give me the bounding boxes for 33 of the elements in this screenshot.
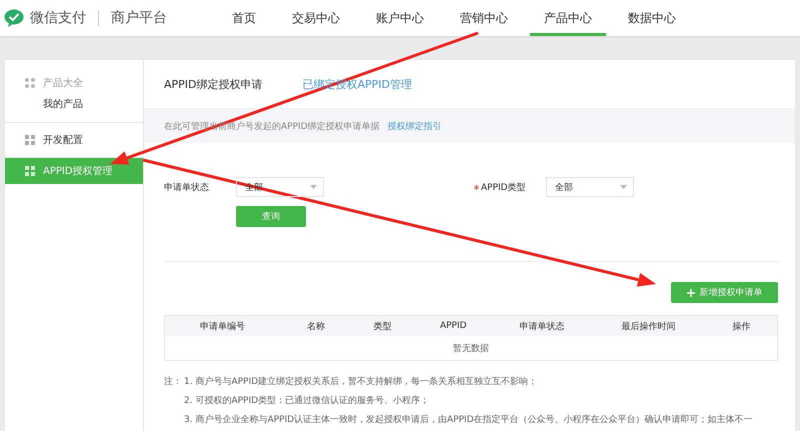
note-text: 3. 商户号企业全称与APPID认证主体一致时，发起授权申请后，由APPID在指定平台（公众号、小程序在公众平台）确认申请即可；如主体不一	[184, 414, 753, 426]
column-header: 最后操作时间	[620, 320, 676, 332]
column-header: 申请单状态	[518, 320, 566, 332]
column-header: APPID	[438, 321, 468, 331]
filter-label: APPID类型	[474, 180, 546, 194]
sidebar-item[interactable]: 我的产品	[5, 94, 143, 114]
tab[interactable]: APPID绑定授权申请	[164, 76, 263, 92]
nav-tab[interactable]: 数据中心	[614, 0, 690, 36]
note-label: 注：	[164, 376, 182, 389]
empty-message: 暂无数据	[453, 342, 489, 354]
grid-icon	[25, 135, 35, 145]
caret-icon	[310, 185, 317, 189]
note-text: 2. 可授权的APPID类型：已通过微信认证的服务号、小程序；	[184, 394, 430, 407]
nav-tab[interactable]: 首页	[218, 0, 270, 36]
note-text: 1. 商户号与APPID建立绑定授权关系后，暂不支持解绑，每一条关系相互独立互不影响；	[184, 376, 538, 388]
nav-tab[interactable]: 营销中心	[446, 0, 522, 36]
column-header: 名称	[306, 320, 326, 332]
nav-tab[interactable]: 产品中心	[530, 0, 606, 36]
grid-icon	[25, 166, 35, 176]
plus-icon	[686, 288, 694, 296]
required-asterisk-icon	[474, 184, 479, 190]
filter-label: 申请单状态	[164, 182, 210, 194]
platform-name: 商户平台	[111, 9, 167, 27]
nav-tab[interactable]: 交易中心	[278, 0, 354, 36]
grid-icon	[25, 78, 35, 88]
caret-icon	[620, 185, 627, 189]
chat-bubble-logo-icon	[4, 9, 24, 27]
column-header: 类型	[372, 320, 392, 332]
logo-text: 微信支付	[30, 9, 86, 27]
dropdown[interactable]: 全部	[546, 177, 634, 197]
nav-tab[interactable]: 账户中心	[362, 0, 438, 36]
column-header: 操作	[732, 320, 752, 332]
column-header: 申请单编号	[199, 320, 246, 332]
